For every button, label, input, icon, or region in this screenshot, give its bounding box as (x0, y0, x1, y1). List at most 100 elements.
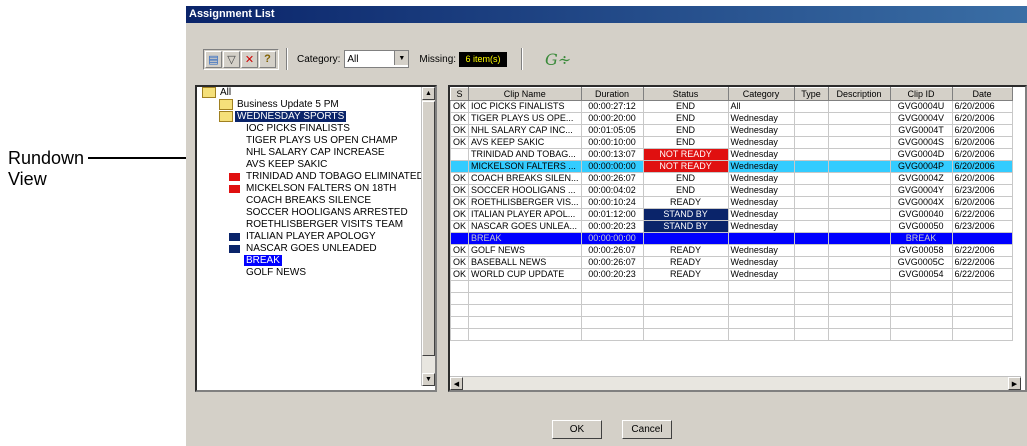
cell-s (450, 232, 470, 245)
cell-status: STAND BY (642, 208, 729, 221)
empty-cell (951, 316, 1013, 329)
tree-item-label: ROETHLISBERGER VISITS TEAM (246, 219, 404, 230)
empty-cell (727, 292, 795, 305)
help-icon[interactable]: ? (259, 50, 276, 68)
scroll-thumb[interactable] (422, 101, 435, 356)
scroll-right-icon[interactable]: ▶ (1008, 377, 1021, 390)
category-label: Category: (297, 53, 341, 65)
table-row[interactable]: OK GOLF NEWS 00:00:26:07 READY Wednesday GVG0… (450, 244, 1013, 257)
column-header[interactable]: Type (793, 87, 829, 101)
table-row[interactable]: MICKELSON FALTERS ... 00:00:00:00 NOT READ… (450, 160, 1013, 173)
tree-item[interactable]: MICKELSON FALTERS ON 18TH (197, 183, 422, 195)
table-row[interactable]: OK WORLD CUP UPDATE 00:00:20:23 READY Wednes… (450, 268, 1013, 281)
scroll-left-icon[interactable]: ◀ (450, 377, 463, 390)
column-header[interactable]: Duration (580, 87, 644, 101)
cell-desc (827, 232, 891, 245)
cell-desc (827, 160, 891, 173)
tree-item[interactable]: WEDNESDAY SPORTS (197, 111, 422, 123)
scroll-thumb[interactable] (464, 377, 1004, 390)
column-header[interactable]: Clip ID (889, 87, 953, 101)
tree-item[interactable]: AVS KEEP SAKIC (197, 159, 422, 171)
cell-type (793, 208, 829, 221)
cell-name: NASCAR GOES UNLEA... (468, 220, 582, 233)
cell-name: GOLF NEWS (468, 244, 582, 257)
table-row[interactable]: OK IOC PICKS FINALISTS 00:00:27:12 END All GV… (450, 100, 1013, 113)
cell-dur: 00:00:10:24 (580, 196, 644, 209)
tree-item[interactable]: COACH BREAKS SILENCE (197, 195, 422, 207)
cell-s (450, 148, 470, 161)
table-row[interactable]: OK COACH BREAKS SILEN... 00:00:26:07 END Wed… (450, 172, 1013, 185)
tree-list: All Business Update 5 PM WEDNESDAY SPORTS I… (197, 87, 424, 279)
column-header[interactable]: Clip Name (468, 87, 582, 101)
tree-item[interactable]: SOCCER HOOLIGANS ARRESTED (197, 207, 422, 219)
delete-icon[interactable]: ✕ (241, 50, 258, 68)
cell-status: READY (642, 268, 729, 281)
cell-desc (827, 208, 891, 221)
tree-item[interactable]: TIGER PLAYS US OPEN CHAMP (197, 135, 422, 147)
clip-grid[interactable]: S Clip Name Duration Status Category Type Desc… (448, 85, 1027, 392)
column-header[interactable]: S (450, 87, 470, 101)
tree-item[interactable]: Business Update 5 PM (197, 99, 422, 111)
grid-horizontal-scrollbar[interactable]: ◀ ▶ (450, 376, 1021, 390)
cell-cat: Wednesday (727, 136, 795, 149)
tree-item[interactable]: NASCAR GOES UNLEADED (197, 243, 422, 255)
empty-cell (727, 316, 795, 329)
tree-item[interactable]: IOC PICKS FINALISTS (197, 123, 422, 135)
table-row[interactable]: OK ITALIAN PLAYER APOL... 00:01:12:00 STAND… (450, 208, 1013, 221)
window-title: Assignment List (186, 6, 1027, 23)
table-row[interactable]: OK BASEBALL NEWS 00:00:26:07 READY Wednesday… (450, 256, 1013, 269)
table-row[interactable]: TRINIDAD AND TOBAG... 00:00:13:07 NOT READ… (450, 148, 1013, 161)
cancel-button[interactable]: Cancel (622, 420, 672, 439)
cell-s: OK (450, 112, 470, 125)
cell-status (642, 232, 729, 245)
category-select[interactable]: All ▼ (344, 50, 410, 68)
tree-item[interactable]: BREAK (197, 255, 422, 267)
chevron-down-icon[interactable]: ▼ (394, 51, 409, 65)
empty-cell (580, 280, 644, 293)
callout-line2: View (8, 169, 47, 189)
rundown-tree[interactable]: All Business Update 5 PM WEDNESDAY SPORTS I… (195, 85, 437, 392)
table-row[interactable]: OK SOCCER HOOLIGANS ... 00:00:04:02 END Wedn… (450, 184, 1013, 197)
scroll-down-icon[interactable]: ▼ (422, 373, 435, 386)
table-row[interactable]: OK ROETHLISBERGER VIS... 00:00:10:24 READY W… (450, 196, 1013, 209)
cell-type (793, 232, 829, 245)
column-header[interactable]: Category (727, 87, 795, 101)
save-icon[interactable]: ▤ (205, 50, 222, 68)
column-header[interactable]: Date (951, 87, 1013, 101)
callout-pointer (88, 157, 187, 159)
cell-date: 6/22/2006 (951, 244, 1013, 257)
cell-dur: 00:00:10:00 (580, 136, 644, 149)
tree-item[interactable]: GOLF NEWS (197, 267, 422, 279)
cell-id: GVG00050 (889, 220, 953, 233)
column-header[interactable]: Description (827, 87, 891, 101)
folder-icon (219, 99, 233, 110)
tree-item[interactable]: NHL SALARY CAP INCREASE (197, 147, 422, 159)
tree-item[interactable]: TRINIDAD AND TOBAGO ELIMINATED (197, 171, 424, 183)
cell-s: OK (450, 256, 470, 269)
tree-item[interactable]: All (197, 87, 422, 99)
tree-item[interactable]: ROETHLISBERGER VISITS TEAM (197, 219, 422, 231)
cell-status: END (642, 112, 729, 125)
tree-item-label: MICKELSON FALTERS ON 18TH (246, 183, 397, 194)
cell-name: BASEBALL NEWS (468, 256, 582, 269)
table-row[interactable]: OK TIGER PLAYS US OPE... 00:00:20:00 END Wed… (450, 112, 1013, 125)
cell-dur: 00:00:13:07 (580, 148, 644, 161)
column-header[interactable]: Status (642, 87, 729, 101)
toolbar-separator (286, 48, 288, 70)
table-row[interactable]: OK NASCAR GOES UNLEA... 00:00:20:23 STAND B… (450, 220, 1013, 233)
filter-icon[interactable]: ▽ (223, 50, 240, 68)
cell-status: NOT READY (642, 160, 729, 173)
tree-item-label: AVS KEEP SAKIC (246, 159, 328, 170)
table-row[interactable]: OK AVS KEEP SAKIC 00:00:10:00 END Wednesday G… (450, 136, 1013, 149)
tree-vertical-scrollbar[interactable]: ▲ ▼ (421, 87, 435, 386)
tree-item-label: BREAK (244, 255, 282, 266)
cell-type (793, 112, 829, 125)
table-row[interactable]: BREAK 00:00:00:00 BREAK (450, 232, 1013, 245)
tree-item[interactable]: ITALIAN PLAYER APOLOGY (197, 231, 422, 243)
ok-button[interactable]: OK (552, 420, 602, 439)
table-row[interactable]: OK NHL SALARY CAP INC... 00:01:05:05 END Wed… (450, 124, 1013, 137)
empty-cell (468, 292, 582, 305)
cell-desc (827, 268, 891, 281)
scroll-up-icon[interactable]: ▲ (422, 87, 435, 100)
cell-s (450, 160, 470, 173)
